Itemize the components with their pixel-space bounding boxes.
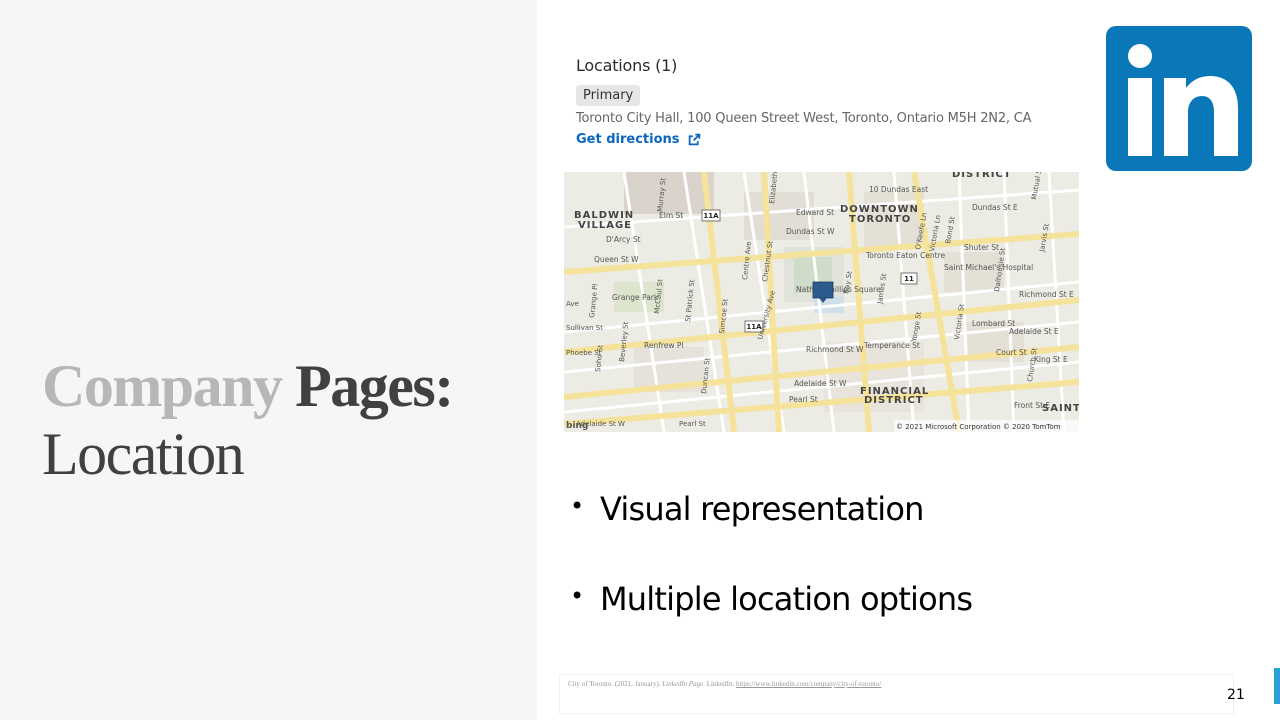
bullet-text: Visual representation [600,490,924,528]
get-directions-label: Get directions [576,132,680,147]
citation-title: LinkedIn Page. [662,680,706,688]
map-label-court-st: Court St [996,348,1027,357]
map-attribution: © 2021 Microsoft Corporation © 2020 TomT… [896,423,1061,431]
map-district-district-top: DISTRICT [952,172,1012,180]
map-label-king-st-e: King St E [1034,355,1068,364]
map-label-phoebe-st: Phoebe St [566,349,602,357]
map-label-grange-park: Grange Park [612,293,659,302]
bullet-list: • Visual representation • Multiple locat… [570,486,973,666]
map-label-richmond-st-w: Richmond St W [806,345,864,354]
linkedin-logo [1106,26,1252,171]
map-label-front-st-e: Front St E [1014,401,1050,410]
primary-badge: Primary [576,85,641,106]
map-district-district: DISTRICT [864,395,924,406]
bullet-item: • Visual representation [570,486,972,576]
map-label-pearl-st-bottom: Pearl St [679,420,706,428]
slide-title: Company Pages: Location [42,352,454,488]
get-directions-link[interactable]: Get directions [576,132,1076,147]
citation-prefix: City of Toronto. (2021, January). [568,680,663,688]
route-shield-11: 11 [904,275,914,283]
map-label-10-dundas-east: 10 Dundas East [869,185,928,194]
title-part-company: Company [42,353,283,419]
map-label-pearl-st: Pearl St [789,395,818,404]
map-label-temperance-st: Temperance St [863,341,920,350]
locations-card: Locations (1) Primary Toronto City Hall,… [576,56,1076,147]
map-district-toronto: TORONTO [849,214,911,225]
slide-number: 21 [1227,687,1245,703]
title-part-location: Location [42,421,245,487]
route-shield-11a-top: 11A [703,212,719,220]
map-label-dundas-st-w: Dundas St W [786,227,835,236]
external-link-icon [688,133,700,146]
locations-heading: Locations (1) [576,56,678,75]
citation-middle: LinkedIn. [705,680,736,688]
map-label-shuter-st: Shuter St [964,243,999,252]
bullet-text: Multiple location options [600,580,973,618]
map-label-darcy-st: D'Arcy St [606,235,641,244]
location-map[interactable]: 11A 11A 11 BALDWIN VILLAGE DOWNTOWN TORO… [564,172,1079,432]
map-label-st-michaels-hospital: Saint Michael's Hospital [944,263,1033,272]
citation-url[interactable]: https://www.linkedin.com/company/city-of… [736,680,881,688]
bullet-item: • Multiple location options [570,576,973,666]
accent-bar [1274,668,1280,704]
map-label-lombard-st: Lombard St [972,319,1015,328]
map-label-renfrew-pl: Renfrew Pl [644,341,684,350]
map-label-adelaide-st-w: Adelaide St W [794,379,847,388]
bullet-icon: • [570,492,584,520]
map-label-richmond-st-e: Richmond St E [1019,290,1074,299]
title-part-pages: Pages: [295,353,454,419]
map-label-nathan-phillips-square: Nathan Phillips Square [796,285,881,294]
bullet-icon: • [570,582,584,610]
citation: City of Toronto. (2021, January). Linked… [559,674,1234,714]
map-label-adelaide-st-e: Adelaide St E [1009,327,1059,336]
map-label-queen-st-w: Queen St W [594,255,639,264]
map-label-dundas-st-e: Dundas St E [972,203,1018,212]
location-address: Toronto City Hall, 100 Queen Street West… [576,111,1032,126]
bing-logo: bing [566,421,588,431]
map-district-village: VILLAGE [578,220,632,231]
map-label-edward-st: Edward St [796,208,834,217]
map-label-sullivan-st: Sullivan St [566,324,603,332]
map-label-ave: Ave [566,300,579,308]
